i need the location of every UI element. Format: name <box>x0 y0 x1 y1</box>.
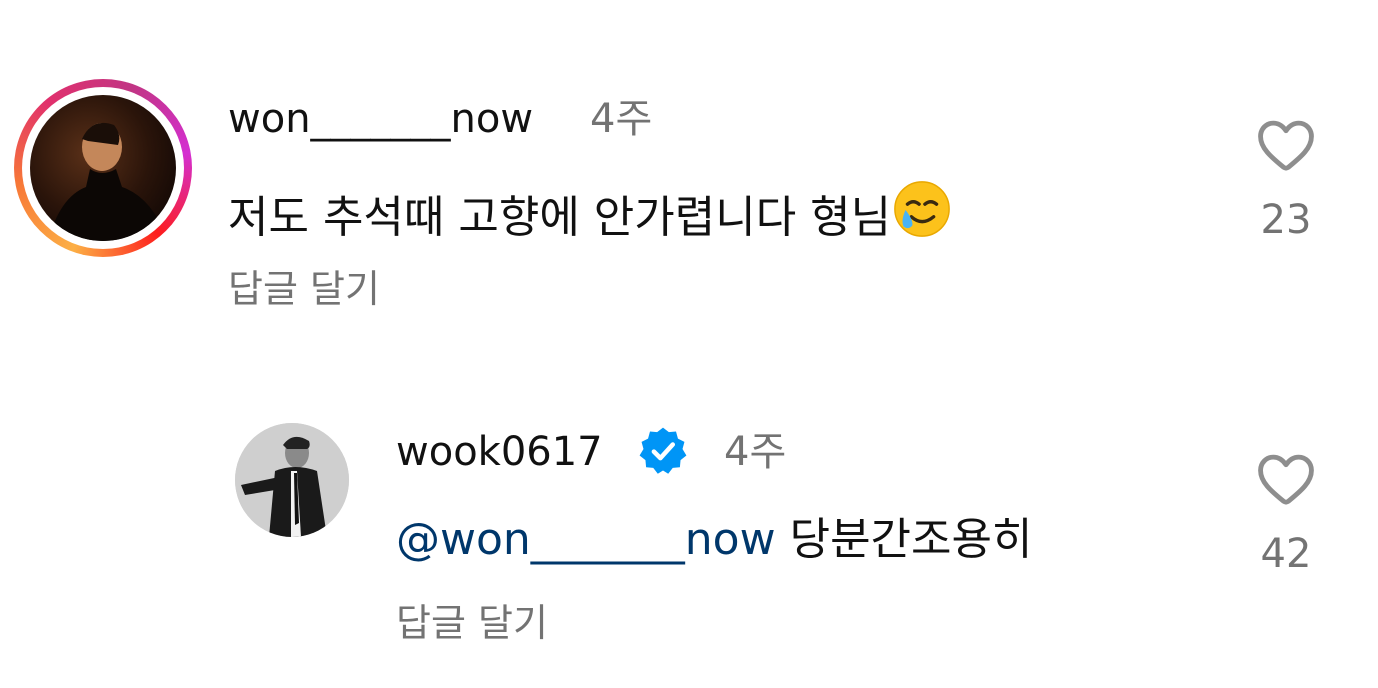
heart-icon[interactable] <box>1255 116 1317 172</box>
comment-timestamp: 4주 <box>590 96 653 142</box>
comment-text: 저도 추석때 고향에 안가렵니다 형님 <box>228 178 953 240</box>
smiling-face-with-tear-icon <box>894 181 951 237</box>
comment-item: won_______now 4주 저도 추석때 고향에 안가렵니다 형님 답글 … <box>0 0 1378 340</box>
comment-text-body: 당분간조용히 <box>789 514 1033 565</box>
comment-username[interactable]: won_______now <box>228 99 533 139</box>
verified-badge-icon <box>639 427 687 474</box>
reply-comment-item: wook0617 4주 @won_______now 당분간조용히 답글 달기 … <box>0 340 1378 688</box>
like-count: 23 <box>1260 197 1312 243</box>
avatar-photo <box>235 423 349 537</box>
avatar[interactable] <box>235 423 349 537</box>
comment-text: @won_______now 당분간조용히 <box>396 518 1032 562</box>
comment-username[interactable]: wook0617 <box>396 432 603 472</box>
mention-link[interactable]: @won_______now <box>396 514 776 565</box>
story-ring[interactable] <box>14 79 192 257</box>
like-count: 42 <box>1260 531 1312 577</box>
comment-timestamp: 4주 <box>724 429 787 475</box>
comment-text-body: 저도 추석때 고향에 안가렵니다 형님 <box>228 192 892 243</box>
avatar-photo <box>30 95 176 241</box>
reply-button[interactable]: 답글 달기 <box>396 604 548 642</box>
avatar[interactable] <box>30 95 176 241</box>
heart-icon[interactable] <box>1255 450 1317 506</box>
reply-button[interactable]: 답글 달기 <box>228 270 380 308</box>
